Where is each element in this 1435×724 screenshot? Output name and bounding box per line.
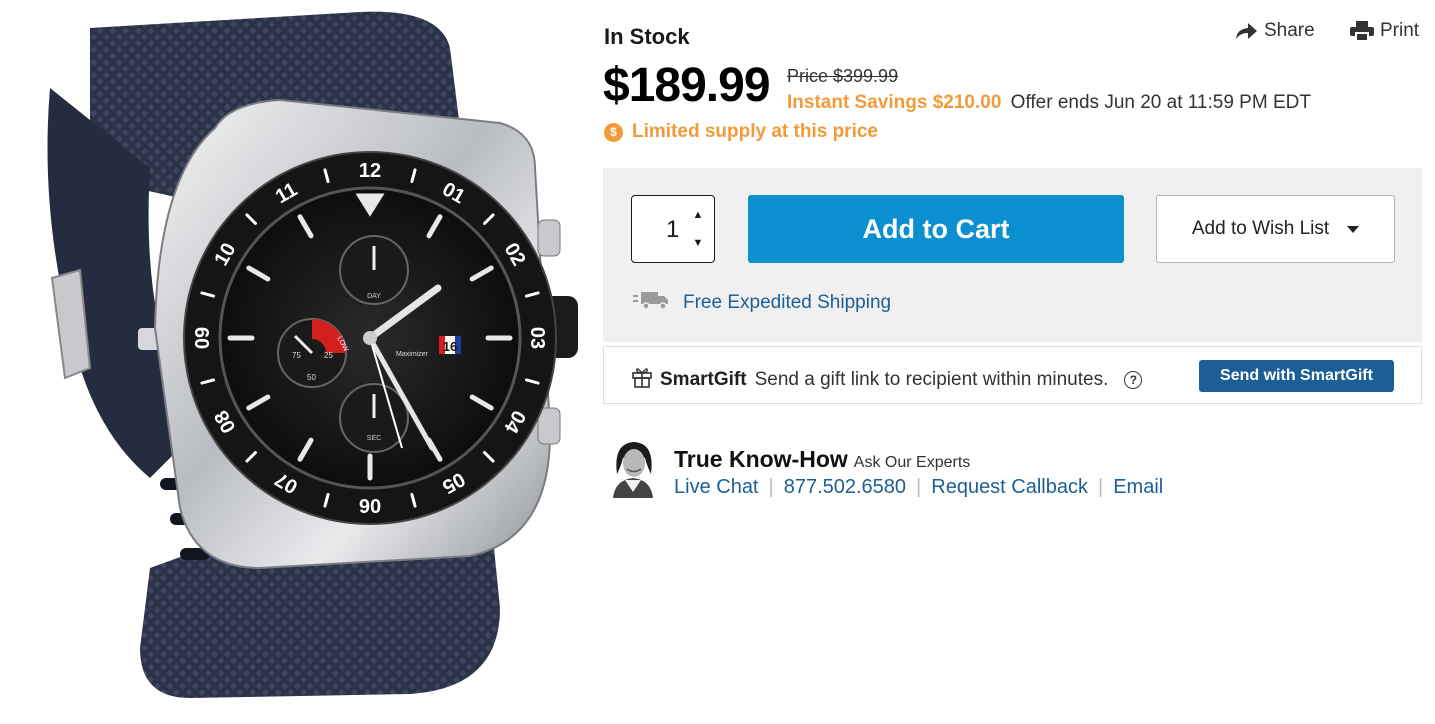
request-callback-link[interactable]: Request Callback: [931, 476, 1088, 499]
coin-icon: $: [604, 122, 623, 142]
subdial-day-label: DAY: [367, 293, 381, 300]
quantity-stepper[interactable]: 1 ▲ ▼: [631, 195, 715, 263]
live-chat-link[interactable]: Live Chat: [674, 476, 759, 499]
watch-illustration: 120102030405060708091011 DAY LOW 75 25 5…: [47, 11, 578, 698]
svg-text:16: 16: [443, 339, 457, 354]
svg-text:75: 75: [292, 351, 301, 360]
expert-avatar: [603, 436, 663, 498]
share-button[interactable]: Share: [1234, 20, 1315, 42]
share-label: Share: [1264, 20, 1315, 41]
qty-down-icon[interactable]: ▼: [690, 236, 706, 250]
bezel-number: 03: [526, 327, 548, 349]
limited-supply-text: Limited supply at this price: [632, 121, 878, 142]
divider: |: [916, 476, 922, 498]
divider: |: [1098, 476, 1104, 498]
print-button[interactable]: Print: [1350, 20, 1419, 42]
help-icon[interactable]: ?: [1124, 371, 1143, 389]
product-image[interactable]: 12 01 02 03 04 05 06 07 08 09 10 11 DAY LOW 75 25 5…: [30, 8, 600, 698]
smartgift-description: Send a gift link to recipient within min…: [754, 369, 1109, 390]
expert-subtitle: Ask Our Experts: [853, 454, 971, 471]
print-icon: [1350, 21, 1374, 41]
truck-icon: [633, 290, 669, 316]
smartgift-panel: SmartGift Send a gift link to recipient …: [603, 346, 1422, 404]
wish-list-label: Add to Wish List: [1191, 218, 1330, 239]
original-price: Price $399.99: [787, 66, 899, 86]
svg-text:25: 25: [324, 351, 333, 360]
stock-status: In Stock: [604, 24, 690, 49]
svg-text:50: 50: [307, 373, 316, 382]
svg-text:Maximizer: Maximizer: [396, 351, 429, 358]
smartgift-brand: SmartGift: [660, 369, 747, 390]
qty-up-icon[interactable]: ▲: [690, 208, 706, 222]
add-to-cart-button[interactable]: Add to Cart: [748, 195, 1124, 263]
phone-link[interactable]: 877.502.6580: [784, 476, 906, 499]
caret-down-icon[interactable]: [1347, 225, 1360, 233]
svg-text:SEC: SEC: [367, 435, 381, 442]
quantity-value[interactable]: 1: [666, 216, 679, 244]
shipping-label[interactable]: Free Expedited Shipping: [683, 292, 891, 314]
send-with-smartgift-button[interactable]: Send with SmartGift: [1199, 360, 1394, 392]
bezel-number: 06: [359, 494, 381, 516]
add-to-wish-list-button[interactable]: Add to Wish List: [1156, 195, 1395, 263]
divider: |: [768, 476, 774, 498]
buy-box: 1 ▲ ▼ Add to Cart Add to Wish List Free …: [603, 168, 1422, 342]
bezel-number: 09: [192, 327, 214, 349]
expert-heading: True Know-How Ask Our Experts: [674, 446, 970, 473]
email-link[interactable]: Email: [1113, 476, 1163, 499]
free-shipping-link[interactable]: Free Expedited Shipping: [633, 290, 891, 316]
share-icon: [1234, 22, 1258, 40]
smartgift-text: SmartGift Send a gift link to recipient …: [632, 366, 1143, 394]
savings-line: Instant Savings $210.00 Offer ends Jun 2…: [787, 92, 1311, 114]
instant-savings: Instant Savings $210.00: [787, 92, 1002, 113]
limited-supply-notice: $ Limited supply at this price: [604, 121, 878, 143]
gift-icon: [632, 366, 652, 394]
bezel-number: 12: [359, 160, 381, 182]
expert-title: True Know-How: [674, 446, 848, 472]
contact-links: Live Chat | 877.502.6580 | Request Callb…: [674, 476, 1163, 499]
current-price: $189.99: [603, 59, 771, 112]
offer-ends: Offer ends Jun 20 at 11:59 PM EDT: [1010, 92, 1311, 113]
print-label: Print: [1380, 20, 1420, 41]
